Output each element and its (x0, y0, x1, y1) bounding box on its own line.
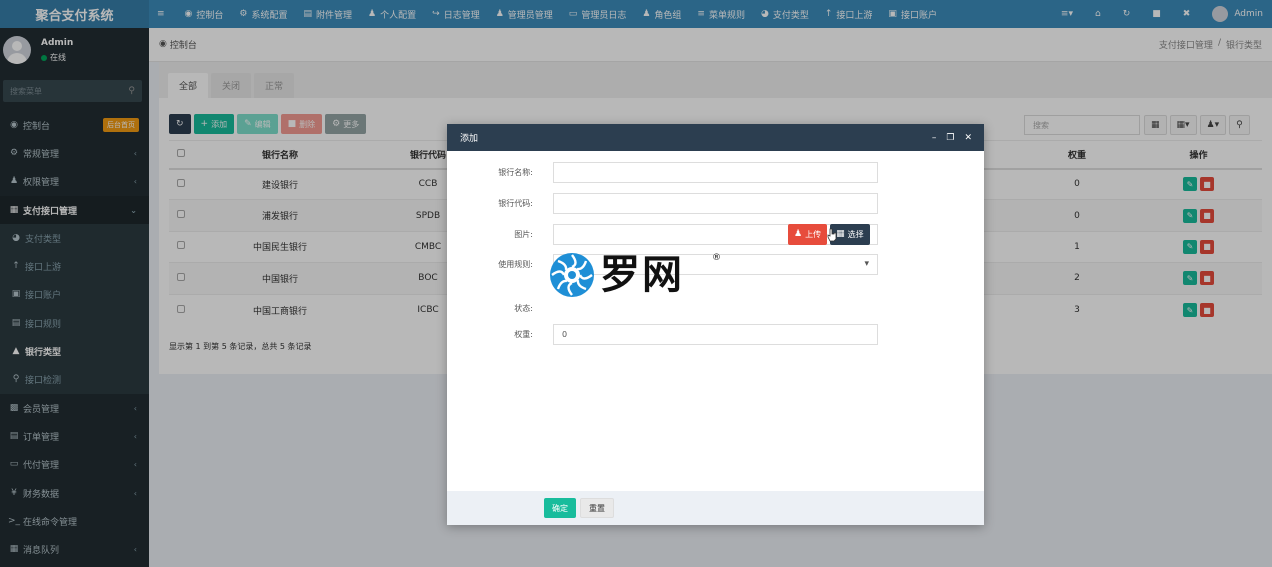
bank-code-label: 银行代码: (498, 199, 533, 208)
maximize-icon[interactable]: ❐ (946, 133, 954, 143)
dialog-footer: 确定 重置 (447, 491, 984, 525)
minimize-icon[interactable]: – (932, 133, 937, 143)
watermark-reg: ® (712, 253, 721, 263)
dialog-title: 添加 (460, 134, 479, 144)
upload-icon: ♟ (794, 229, 803, 239)
weight-input[interactable]: 0 (553, 324, 878, 345)
field-weight: 权重: 0 (447, 324, 984, 346)
caret-down-icon: ▾ (864, 259, 869, 269)
add-dialog: 添加 – ❐ ✕ 银行名称: 银行代码: 图片: ♟ 上传 ▦ 选择 使用规则: ▾ 状… (447, 124, 984, 525)
choose-label: 选择 (847, 230, 864, 239)
ok-button[interactable]: 确定 (544, 498, 576, 518)
field-bank-code: 银行代码: (447, 193, 984, 215)
watermark-logo-icon (550, 253, 594, 297)
reset-button[interactable]: 重置 (580, 498, 614, 518)
dialog-header: 添加 – ❐ ✕ (447, 124, 984, 151)
status-label: 状态: (514, 304, 533, 313)
field-bank-name: 银行名称: (447, 162, 984, 184)
image-label: 图片: (514, 230, 533, 239)
upload-label: 上传 (805, 230, 822, 239)
cursor-hand-icon (827, 228, 837, 242)
bank-name-input[interactable] (553, 162, 878, 183)
rule-label: 使用规则: (498, 260, 533, 269)
watermark-text: 罗网 (600, 252, 684, 298)
bank-name-label: 银行名称: (498, 168, 533, 177)
upload-button[interactable]: ♟ 上传 (788, 224, 828, 245)
bank-code-input[interactable] (553, 193, 878, 214)
field-image: 图片: ♟ 上传 ▦ 选择 (447, 224, 984, 246)
weight-label: 权重: (514, 330, 533, 339)
watermark: 罗网 ® (549, 252, 721, 298)
close-icon[interactable]: ✕ (964, 133, 972, 143)
weight-value: 0 (562, 330, 568, 339)
field-status: 状态: (447, 298, 984, 320)
